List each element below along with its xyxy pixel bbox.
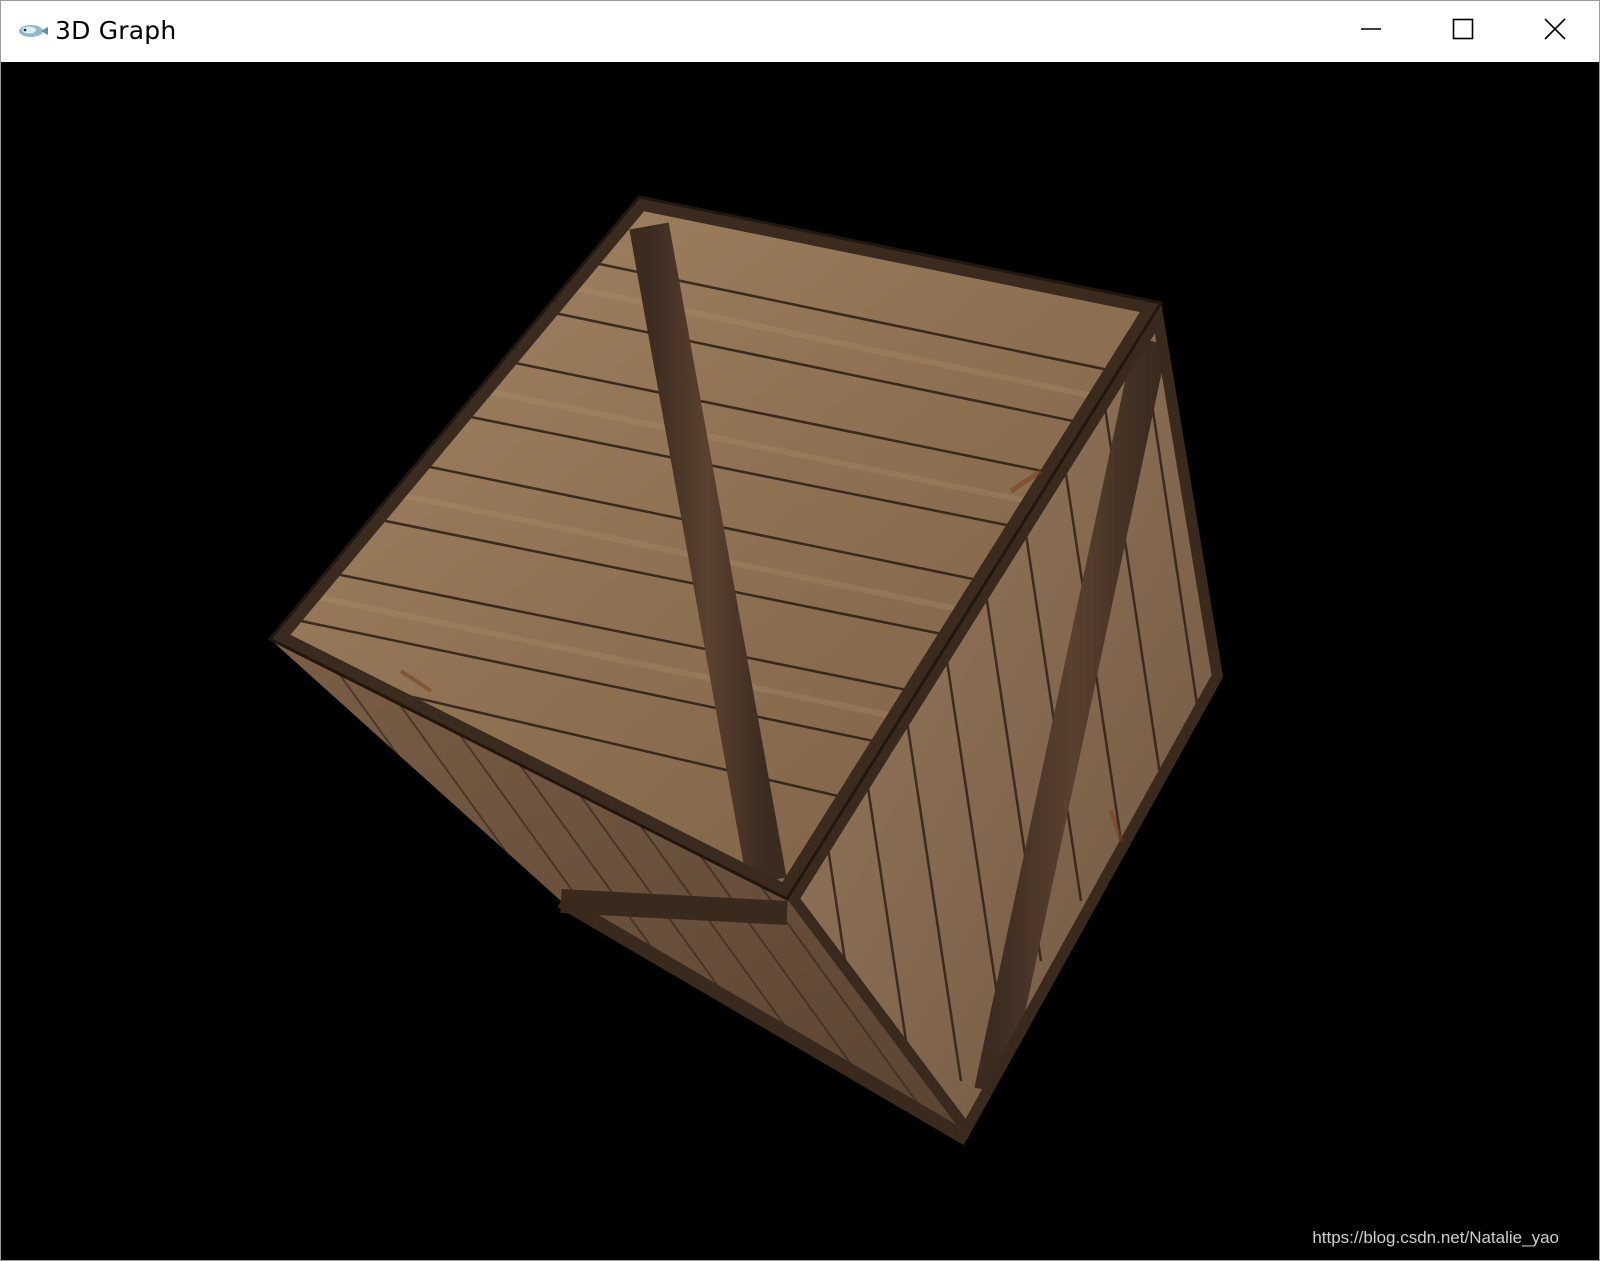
app-icon <box>17 21 49 41</box>
render-viewport[interactable]: https://blog.csdn.net/Natalie_yao <box>1 62 1599 1260</box>
close-icon <box>1544 18 1566 45</box>
app-window: 3D Graph https://blog.csdn.net/Natalie_y… <box>0 0 1600 1261</box>
close-button[interactable] <box>1509 1 1599 62</box>
watermark-url: https://blog.csdn.net/Natalie_yao <box>1312 1228 1559 1247</box>
minimize-icon <box>1360 18 1382 45</box>
minimize-button[interactable] <box>1325 1 1417 62</box>
maximize-button[interactable] <box>1417 1 1509 62</box>
crate-scene <box>267 195 1223 1146</box>
window-title: 3D Graph <box>55 16 177 45</box>
maximize-icon <box>1452 18 1474 45</box>
title-bar[interactable]: 3D Graph <box>1 1 1599 62</box>
